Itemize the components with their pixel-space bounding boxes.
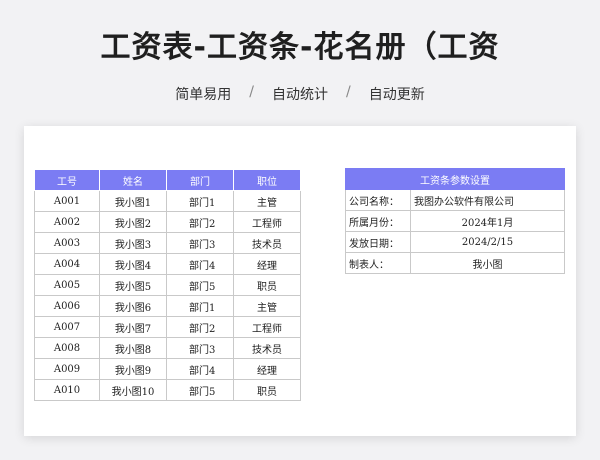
table-row: A007 我小图7 部门2 工程师 [34,316,301,338]
table-row: A009 我小图9 部门4 经理 [34,358,301,380]
settings-label-preparer: 制表人： [345,252,411,274]
settings-row: 公司名称： 我图办公软件有限公司 [345,189,565,211]
table-cell[interactable]: 部门1 [166,295,234,317]
table-cell[interactable]: A003 [34,232,100,254]
table-cell[interactable]: 技术员 [233,337,301,359]
table-cell[interactable]: A006 [34,295,100,317]
settings-row: 发放日期： 2024/2/15 [345,231,565,253]
table-cell[interactable]: 我小图4 [99,253,167,275]
table-cell[interactable]: A001 [34,190,100,212]
table-cell[interactable]: 我小图1 [99,190,167,212]
table-cell[interactable]: 我小图2 [99,211,167,233]
table-cell[interactable]: 我小图8 [99,337,167,359]
table-cell[interactable]: 部门5 [166,274,234,296]
tag-separator: / [346,84,351,100]
table-cell[interactable]: 部门2 [166,211,234,233]
table-cell[interactable]: A004 [34,253,100,275]
table-cell[interactable]: A010 [34,379,100,401]
table-cell[interactable]: 我小图9 [99,358,167,380]
table-row: A008 我小图8 部门3 技术员 [34,337,301,359]
settings-value-pay-date[interactable]: 2024/2/15 [410,231,565,253]
table-row: A003 我小图3 部门3 技术员 [34,232,301,254]
table-cell[interactable]: 主管 [233,190,301,212]
settings-value-preparer[interactable]: 我小图 [410,252,565,274]
table-row: A001 我小图1 部门1 主管 [34,190,301,212]
feature-tag: 自动统计 [272,87,328,103]
settings-header-row: 工资条参数设置 [345,168,565,190]
table-cell[interactable]: 部门4 [166,253,234,275]
employee-table: 工号 姓名 部门 职位 A001 我小图1 部门1 主管 A002 我小图2 部… [34,169,301,401]
tag-separator: / [249,84,254,100]
settings-value-company[interactable]: 我图办公软件有限公司 [410,189,565,211]
table-row: A004 我小图4 部门4 经理 [34,253,301,275]
settings-row: 制表人： 我小图 [345,252,565,274]
table-cell[interactable]: 我小图7 [99,316,167,338]
settings-label-company: 公司名称： [345,189,411,211]
table-cell[interactable]: 职员 [233,274,301,296]
table-cell[interactable]: A005 [34,274,100,296]
table-cell[interactable]: 我小图5 [99,274,167,296]
table-cell[interactable]: 部门5 [166,379,234,401]
table-cell[interactable]: 我小图6 [99,295,167,317]
settings-row: 所属月份： 2024年1月 [345,210,565,232]
table-cell[interactable]: 职员 [233,379,301,401]
table-cell[interactable]: 部门3 [166,232,234,254]
table-cell[interactable]: 部门1 [166,190,234,212]
table-cell[interactable]: 技术员 [233,232,301,254]
table-cell[interactable]: 部门2 [166,316,234,338]
feature-tags: 简单易用 / 自动统计 / 自动更新 [0,84,600,104]
table-cell[interactable]: 工程师 [233,316,301,338]
table-cell[interactable]: 我小图10 [99,379,167,401]
table-cell[interactable]: A002 [34,211,100,233]
spreadsheet-preview: 工号 姓名 部门 职位 A001 我小图1 部门1 主管 A002 我小图2 部… [24,126,576,436]
column-header-name[interactable]: 姓名 [99,169,167,191]
settings-title: 工资条参数设置 [345,168,565,190]
feature-tag: 自动更新 [368,87,425,103]
table-row: A005 我小图5 部门5 职员 [34,274,301,296]
table-cell[interactable]: 工程师 [233,211,301,233]
payslip-settings-table: 工资条参数设置 公司名称： 我图办公软件有限公司 所属月份： 2024年1月 发… [345,168,565,274]
table-row: A002 我小图2 部门2 工程师 [34,211,301,233]
table-row: A006 我小图6 部门1 主管 [34,295,301,317]
table-cell[interactable]: 部门3 [166,337,234,359]
column-header-id[interactable]: 工号 [34,169,100,191]
table-cell[interactable]: 我小图3 [99,232,167,254]
page-title: 工资表-工资条-花名册（工资 [100,30,500,65]
feature-tag: 简单易用 [175,87,232,103]
table-row: A010 我小图10 部门5 职员 [34,379,301,401]
table-cell[interactable]: A009 [34,358,100,380]
table-cell[interactable]: 经理 [233,253,301,275]
settings-label-pay-date: 发放日期： [345,231,411,253]
table-cell[interactable]: 经理 [233,358,301,380]
table-cell[interactable]: 部门4 [166,358,234,380]
table-header-row: 工号 姓名 部门 职位 [34,169,301,191]
settings-value-month[interactable]: 2024年1月 [410,210,565,232]
column-header-department[interactable]: 部门 [166,169,234,191]
table-cell[interactable]: 主管 [233,295,301,317]
table-cell[interactable]: A008 [34,337,100,359]
settings-label-month: 所属月份： [345,210,411,232]
column-header-position[interactable]: 职位 [233,169,301,191]
table-cell[interactable]: A007 [34,316,100,338]
